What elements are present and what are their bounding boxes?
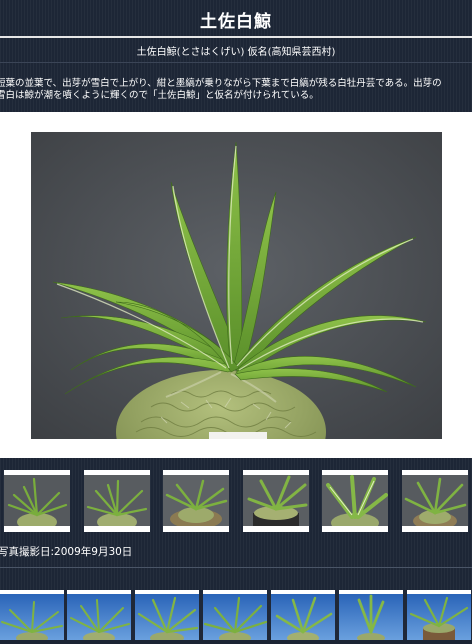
related-4[interactable] (203, 590, 268, 644)
thumbnail-6-image (402, 475, 468, 526)
thumbnail-1-image (4, 475, 70, 526)
related-1[interactable] (0, 590, 64, 644)
thumbnail-band: 写真撮影日:2009年9月30日 (0, 458, 472, 590)
thumbnail-6[interactable] (402, 470, 468, 532)
related-1-image (0, 594, 64, 644)
related-2[interactable] (67, 590, 131, 644)
related-3[interactable] (135, 590, 199, 644)
related-7-image (407, 594, 471, 640)
photo-date: 写真撮影日:2009年9月30日 (0, 546, 133, 558)
thumbnail-5[interactable] (322, 470, 388, 532)
description-bar: 短葉の並葉で、出芽が雪白で上がり、紺と墨縞が乗りながら下葉まで白縞が残る白牡丹芸… (0, 62, 472, 112)
description-line-1: 短葉の並葉で、出芽が雪白で上がり、紺と墨縞が乗りながら下葉まで白縞が残る白牡丹芸… (0, 78, 442, 89)
thumbnail-3-image (163, 475, 229, 526)
thumbnail-3[interactable] (163, 470, 229, 532)
subtitle-bar: 土佐白鯨(とさはくげい) 仮名(高知県芸西村) (0, 38, 472, 62)
thumbnail-4[interactable] (243, 470, 309, 532)
page-subtitle: 土佐白鯨(とさはくげい) 仮名(高知県芸西村) (136, 47, 336, 58)
title-bar: 土佐白鯨 (0, 0, 472, 38)
related-5-image (271, 594, 335, 644)
related-3-image (135, 594, 199, 644)
description: 短葉の並葉で、出芽が雪白で上がり、紺と墨縞が乗りながら下葉まで白縞が残る白牡丹芸… (0, 78, 472, 102)
related-6[interactable] (339, 590, 403, 643)
related-6-image (339, 594, 403, 643)
thumbnail-5-image (322, 475, 388, 526)
related-5[interactable] (271, 590, 335, 644)
related-photos-band (0, 590, 472, 644)
thumbnail-1[interactable] (4, 470, 70, 532)
description-line-2: 雪白は鯨が潮を噴くように輝くので「土佐白鯨」と仮名が付けられている。 (0, 90, 319, 101)
thumbnail-2-image (84, 475, 150, 526)
related-2-image (67, 594, 131, 644)
main-photo-area (0, 112, 472, 458)
thumbnail-4-image (243, 475, 309, 526)
related-4-image (203, 594, 268, 644)
band-divider (0, 567, 472, 568)
related-7[interactable] (407, 590, 471, 640)
thumbnail-2[interactable] (84, 470, 150, 532)
page-title: 土佐白鯨 (200, 12, 272, 32)
main-plant-photo (31, 132, 442, 439)
